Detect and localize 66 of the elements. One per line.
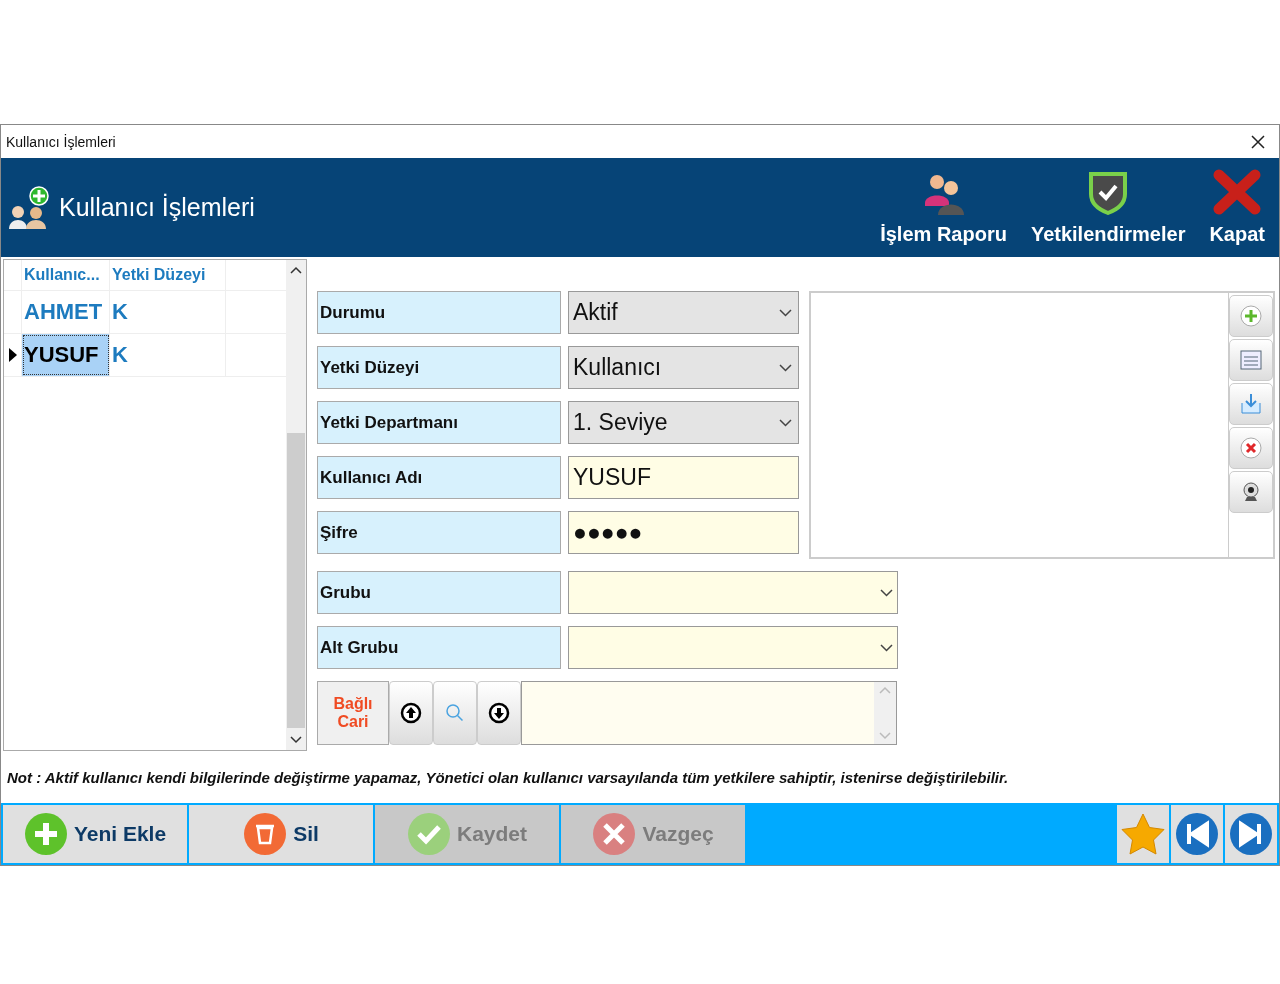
cancel-icon: [592, 812, 637, 856]
webcam-icon: [1241, 481, 1261, 503]
delete-icon: [1240, 437, 1262, 459]
photo-tool-button[interactable]: [1229, 471, 1273, 513]
toolbar-button[interactable]: Yetkilendirmeler: [1030, 171, 1186, 246]
chevron-down-icon: [879, 732, 891, 740]
shield-check-icon: [1088, 171, 1129, 215]
memo-field[interactable]: [521, 681, 897, 745]
dropdown-field[interactable]: Aktif: [568, 291, 799, 334]
chevron-down-icon: [779, 363, 792, 372]
page-title: Kullanıcı İşlemleri: [59, 193, 255, 222]
field-label: Yetki Düzeyi: [317, 346, 561, 389]
input-field[interactable]: YUSUF: [568, 456, 799, 499]
chevron-down-icon: [880, 643, 893, 652]
table-cell: AHMET: [22, 291, 110, 333]
chevron-down-icon: [880, 588, 893, 597]
arrow-down-icon: [488, 702, 510, 724]
toolbar-button[interactable]: İşlem Raporu: [880, 173, 1007, 246]
arrow-up-icon: [400, 702, 422, 724]
note-text: Not : Aktif kullanıcı kendi bilgilerinde değiştirme yapamaz, Yönetici olan kullanıcı varsayılanda tüm yetkilere sahiptir, istenirse değiştirilebilir.: [7, 768, 1009, 786]
chevron-down-icon: [290, 736, 302, 744]
chevron-up-icon: [879, 686, 891, 694]
column-header[interactable]: Kullanıc...: [22, 260, 110, 290]
field-label: Alt Grubu: [317, 626, 561, 669]
down-button[interactable]: [477, 681, 521, 745]
table-cell: K: [110, 334, 226, 376]
field-label: Yetki Departmanı: [317, 401, 561, 444]
close-icon: [1213, 169, 1262, 215]
toolbar-button[interactable]: Kapat: [1209, 169, 1265, 246]
field-label: Grubu: [317, 571, 561, 614]
form-icon: [1240, 350, 1262, 370]
dropdown-field[interactable]: 1. Seviye: [568, 401, 799, 444]
table-cell: K: [110, 291, 226, 333]
up-button[interactable]: [389, 681, 433, 745]
photo-tool-button[interactable]: [1229, 427, 1273, 469]
check-icon: [407, 812, 451, 856]
trash-icon: [243, 812, 288, 856]
input-field[interactable]: ●●●●●: [568, 511, 799, 554]
nav-button[interactable]: [1171, 805, 1223, 863]
nav-button[interactable]: [1225, 805, 1277, 863]
current-row-icon: [8, 348, 17, 362]
chevron-down-icon: [779, 308, 792, 317]
search-icon: [445, 703, 465, 723]
action-button[interactable]: Sil: [189, 805, 373, 863]
dropdown-field[interactable]: [568, 571, 898, 614]
add-icon: [1240, 305, 1262, 327]
field-label: Durumu: [317, 291, 561, 334]
grid-row[interactable]: YUSUF K: [4, 334, 286, 377]
table-cell: YUSUF: [22, 334, 110, 376]
action-button[interactable]: Yeni Ekle: [3, 805, 187, 863]
star-icon: [1121, 813, 1165, 855]
skip-forward-icon: [1229, 812, 1273, 856]
column-header[interactable]: Yetki Düzeyi: [110, 260, 226, 290]
skip-back-icon: [1175, 812, 1219, 856]
download-icon: [1240, 393, 1262, 415]
scrollbar[interactable]: [874, 682, 896, 744]
field-label: Şifre: [317, 511, 561, 554]
field-label: Kullanıcı Adı: [317, 456, 561, 499]
close-icon[interactable]: [1251, 134, 1265, 149]
chevron-down-icon: [779, 418, 792, 427]
dropdown-field[interactable]: Kullanıcı: [568, 346, 799, 389]
window-title: Kullanıcı İşlemleri: [6, 133, 116, 150]
plus-icon: [23, 812, 68, 856]
dropdown-field[interactable]: [568, 626, 898, 669]
chevron-up-icon: [290, 266, 302, 274]
scrollbar[interactable]: [286, 260, 306, 750]
